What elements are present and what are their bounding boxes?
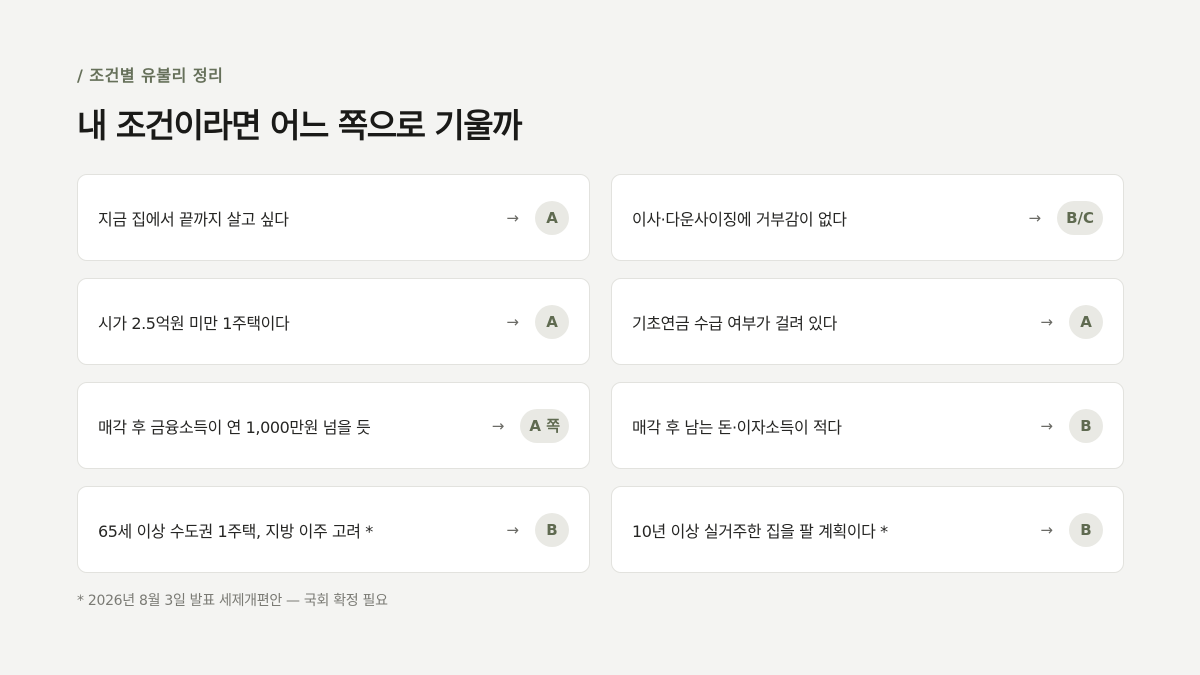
arrow-right-icon: → (491, 416, 505, 435)
result-badge: A (535, 200, 569, 235)
result-badge: A (1069, 304, 1103, 339)
condition-card: 지금 집에서 끝까지 살고 싶다 → A (77, 174, 590, 261)
arrow-right-icon: → (1028, 208, 1042, 227)
arrow-right-icon: → (1040, 416, 1053, 435)
result-badge: B (535, 512, 569, 547)
condition-card: 시가 2.5억원 미만 1주택이다 → A (77, 278, 590, 365)
condition-card: 65세 이상 수도권 1주택, 지방 이주 고려 * → B (77, 486, 590, 573)
arrow-right-icon: → (1040, 520, 1053, 539)
condition-text: 지금 집에서 끝까지 살고 싶다 (98, 209, 289, 229)
condition-text: 시가 2.5억원 미만 1주택이다 (98, 313, 290, 333)
condition-text: 매각 후 남는 돈·이자소득이 적다 (632, 417, 842, 437)
section-eyebrow: / 조건별 유불리 정리 (77, 66, 224, 85)
result-badge: A (535, 304, 569, 339)
arrow-right-icon: → (1040, 312, 1053, 331)
condition-card: 10년 이상 실거주한 집을 팔 계획이다 * → B (611, 486, 1124, 573)
condition-card: 기초연금 수급 여부가 걸려 있다 → A (611, 278, 1124, 365)
condition-text: 기초연금 수급 여부가 걸려 있다 (632, 313, 837, 333)
page-title: 내 조건이라면 어느 쪽으로 기울까 (77, 106, 523, 145)
condition-text: 매각 후 금융소득이 연 1,000만원 넘을 듯 (98, 417, 371, 437)
condition-card: 매각 후 금융소득이 연 1,000만원 넘을 듯 → A 쪽 (77, 382, 590, 469)
arrow-right-icon: → (506, 520, 519, 539)
condition-text: 이사·다운사이징에 거부감이 없다 (632, 209, 847, 229)
condition-card: 매각 후 남는 돈·이자소득이 적다 → B (611, 382, 1124, 469)
content: / 조건별 유불리 정리 내 조건이라면 어느 쪽으로 기울까 지금 집에서 끝… (77, 64, 1124, 610)
footnote: * 2026년 8월 3일 발표 세제개편안 — 국회 확정 필요 (77, 593, 388, 609)
result-badge: B (1069, 512, 1103, 547)
condition-card: 이사·다운사이징에 거부감이 없다 → B/C (611, 174, 1124, 261)
condition-text: 10년 이상 실거주한 집을 팔 계획이다 * (632, 521, 888, 541)
arrow-right-icon: → (506, 208, 519, 227)
condition-text: 65세 이상 수도권 1주택, 지방 이주 고려 * (98, 521, 373, 541)
result-badge: A 쪽 (520, 408, 569, 443)
result-badge: B (1069, 408, 1103, 443)
condition-grid: 지금 집에서 끝까지 살고 싶다 → A 이사·다운사이징에 거부감이 없다 →… (77, 174, 1124, 573)
arrow-right-icon: → (506, 312, 519, 331)
result-badge: B/C (1057, 200, 1103, 235)
